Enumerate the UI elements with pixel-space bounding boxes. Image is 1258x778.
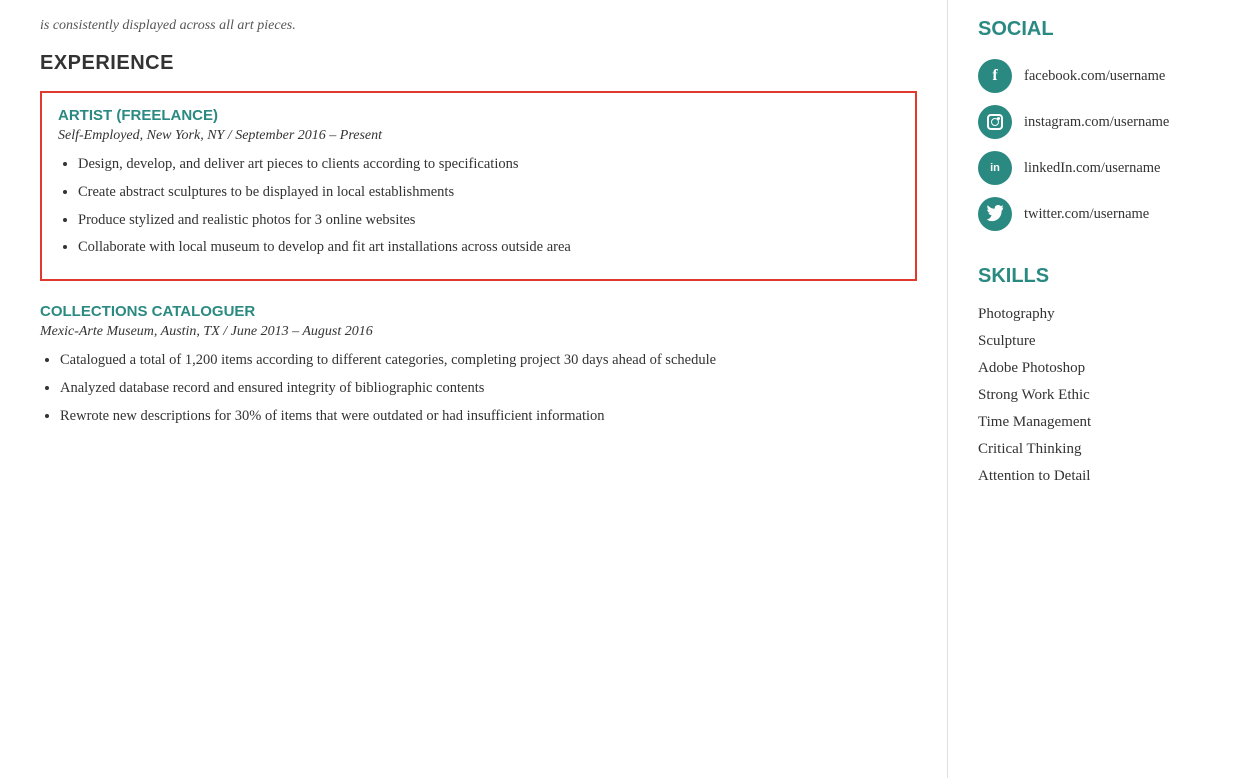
skills-list: Photography Sculpture Adobe Photoshop St…: [978, 306, 1228, 485]
list-item: Analyzed database record and ensured int…: [60, 378, 917, 400]
left-column: is consistently displayed across all art…: [0, 0, 948, 778]
job-bullets-cataloguer: Catalogued a total of 1,200 items accord…: [40, 350, 917, 427]
skill-item: Time Management: [978, 414, 1228, 431]
instagram-label: instagram.com/username: [1024, 114, 1169, 131]
skills-heading: SKILLS: [978, 257, 1228, 288]
right-column: SOCIAL f facebook.com/username instagram…: [948, 0, 1258, 778]
skill-item: Critical Thinking: [978, 441, 1228, 458]
linkedin-label: linkedIn.com/username: [1024, 160, 1161, 177]
page-wrapper: is consistently displayed across all art…: [0, 0, 1258, 778]
facebook-label: facebook.com/username: [1024, 68, 1165, 85]
social-item-facebook: f facebook.com/username: [978, 59, 1228, 93]
social-item-instagram: instagram.com/username: [978, 105, 1228, 139]
social-item-twitter: twitter.com/username: [978, 197, 1228, 231]
list-item: Produce stylized and realistic photos fo…: [78, 210, 899, 232]
skill-item: Attention to Detail: [978, 468, 1228, 485]
job-entry-freelance: ARTIST (FREELANCE) Self-Employed, New Yo…: [40, 91, 917, 281]
job-bullets-freelance: Design, develop, and deliver art pieces …: [58, 154, 899, 259]
social-list: f facebook.com/username instagram.com/us…: [978, 59, 1228, 231]
facebook-icon: f: [978, 59, 1012, 93]
list-item: Rewrote new descriptions for 30% of item…: [60, 406, 917, 428]
twitter-label: twitter.com/username: [1024, 206, 1149, 223]
skill-item: Strong Work Ethic: [978, 387, 1228, 404]
list-item: Collaborate with local museum to develop…: [78, 237, 899, 259]
job-subtitle-cataloguer: Mexic-Arte Museum, Austin, TX / June 201…: [40, 324, 917, 340]
instagram-icon: [978, 105, 1012, 139]
skill-item: Photography: [978, 306, 1228, 323]
top-text: is consistently displayed across all art…: [40, 10, 917, 34]
job-title-cataloguer: COLLECTIONS CATALOGUER: [40, 303, 917, 320]
skill-item: Sculpture: [978, 333, 1228, 350]
list-item: Catalogued a total of 1,200 items accord…: [60, 350, 917, 372]
list-item: Design, develop, and deliver art pieces …: [78, 154, 899, 176]
instagram-icon-shape: [987, 114, 1003, 130]
experience-heading: EXPERIENCE: [40, 52, 917, 75]
twitter-icon: [978, 197, 1012, 231]
skill-item: Adobe Photoshop: [978, 360, 1228, 377]
job-title-freelance: ARTIST (FREELANCE): [58, 107, 899, 124]
job-subtitle-freelance: Self-Employed, New York, NY / September …: [58, 128, 899, 144]
linkedin-icon: in: [978, 151, 1012, 185]
twitter-bird-svg: [986, 205, 1004, 223]
job-entry-cataloguer: COLLECTIONS CATALOGUER Mexic-Arte Museum…: [40, 303, 917, 427]
social-heading: SOCIAL: [978, 10, 1228, 41]
facebook-icon-letter: f: [992, 67, 997, 85]
list-item: Create abstract sculptures to be display…: [78, 182, 899, 204]
linkedin-icon-text: in: [990, 162, 1000, 174]
social-item-linkedin: in linkedIn.com/username: [978, 151, 1228, 185]
